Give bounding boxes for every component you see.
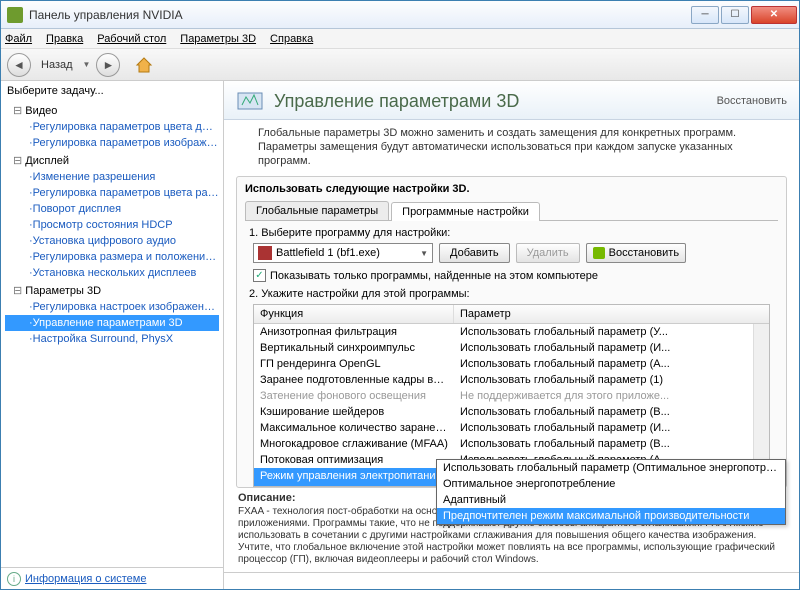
nav-forward-button[interactable]: ► xyxy=(96,53,120,77)
home-icon[interactable] xyxy=(134,55,154,75)
step2-label: 2. Укажите настройки для этой программы: xyxy=(249,288,778,300)
system-info-link[interactable]: Информация о системе xyxy=(25,573,146,585)
tree-item[interactable]: ·Поворот дисплея xyxy=(5,201,219,217)
program-select[interactable]: Battlefield 1 (bf1.exe) ▼ xyxy=(253,243,433,263)
menubar: Файл Правка Рабочий стол Параметры 3D Сп… xyxy=(1,29,799,49)
grid-row[interactable]: Заранее подготовленные кадры вирту...Исп… xyxy=(254,372,769,388)
tab[interactable]: Глобальные параметры xyxy=(245,201,389,220)
tree-group[interactable]: Видео xyxy=(5,103,219,119)
show-found-checkbox[interactable]: ✓ xyxy=(253,269,266,282)
tree-item[interactable]: ·Регулировка параметров цвета рабочег xyxy=(5,185,219,201)
program-name: Battlefield 1 (bf1.exe) xyxy=(276,247,380,259)
menu-params3d[interactable]: Параметры 3D xyxy=(180,33,256,45)
nav-history-dropdown[interactable]: ▼ xyxy=(83,60,91,69)
info-icon: i xyxy=(7,572,21,586)
nvidia-icon xyxy=(7,7,23,23)
nvidia-dot-icon xyxy=(593,247,605,259)
grid-row[interactable]: Кэширование шейдеровИспользовать глобаль… xyxy=(254,404,769,420)
remove-button: Удалить xyxy=(516,243,580,263)
sidebar-header: Выберите задачу... xyxy=(1,81,223,101)
tree-item[interactable]: ·Регулировка настроек изображения с пр xyxy=(5,299,219,315)
col-parameter[interactable]: Параметр xyxy=(454,305,769,323)
tree-item[interactable]: ·Регулировка размера и положения рабо xyxy=(5,249,219,265)
close-button[interactable]: ✕ xyxy=(751,6,797,24)
settings-tabs: Глобальные параметрыПрограммные настройк… xyxy=(245,201,778,221)
tree-item[interactable]: ·Настройка Surround, PhysX xyxy=(5,331,219,347)
tree-item[interactable]: ·Установка цифрового аудио xyxy=(5,233,219,249)
restore-program-button[interactable]: Восстановить xyxy=(586,243,686,263)
step1-label: 1. Выберите программу для настройки: xyxy=(249,227,778,239)
restore-defaults-link[interactable]: Восстановить xyxy=(717,95,787,107)
page-title: Управление параметрами 3D xyxy=(274,91,707,112)
chevron-down-icon: ▼ xyxy=(420,249,428,258)
menu-file[interactable]: Файл xyxy=(5,33,32,45)
menu-help[interactable]: Справка xyxy=(270,33,313,45)
menu-desktop[interactable]: Рабочий стол xyxy=(97,33,166,45)
dropdown-option[interactable]: Использовать глобальный параметр (Оптима… xyxy=(437,460,785,476)
add-button[interactable]: Добавить xyxy=(439,243,510,263)
grid-row[interactable]: Многокадровое сглаживание (MFAA)Использо… xyxy=(254,436,769,452)
col-function[interactable]: Функция xyxy=(254,305,454,323)
settings-caption: Использовать следующие настройки 3D. xyxy=(245,183,778,195)
dropdown-option[interactable]: Предпочтителен режим максимальной произв… xyxy=(437,508,785,524)
grid-row[interactable]: Вертикальный синхроимпульсИспользовать г… xyxy=(254,340,769,356)
menu-edit[interactable]: Правка xyxy=(46,33,83,45)
maximize-button[interactable]: ☐ xyxy=(721,6,749,24)
task-tree: Видео·Регулировка параметров цвета для в… xyxy=(1,101,223,567)
tree-group[interactable]: Дисплей xyxy=(5,153,219,169)
grid-row[interactable]: Максимальное количество заранее под...Ис… xyxy=(254,420,769,436)
dropdown-option[interactable]: Адаптивный xyxy=(437,492,785,508)
tree-item[interactable]: ·Управление параметрами 3D xyxy=(5,315,219,331)
tab[interactable]: Программные настройки xyxy=(391,202,540,221)
show-found-label: Показывать только программы, найденные н… xyxy=(270,270,598,282)
grid-row[interactable]: Затенение фонового освещенияНе поддержив… xyxy=(254,388,769,404)
grid-row[interactable]: ГП рендеринга OpenGLИспользовать глобаль… xyxy=(254,356,769,372)
program-icon xyxy=(258,246,272,260)
bottom-bar xyxy=(224,572,799,589)
tree-item[interactable]: ·Регулировка параметров изображения д xyxy=(5,135,219,151)
power-mode-dropdown[interactable]: Использовать глобальный параметр (Оптима… xyxy=(436,459,786,525)
nav-back-label: Назад xyxy=(41,59,73,71)
window-title: Панель управления NVIDIA xyxy=(29,8,689,22)
tree-group[interactable]: Параметры 3D xyxy=(5,283,219,299)
minimize-button[interactable]: ─ xyxy=(691,6,719,24)
dropdown-option[interactable]: Оптимальное энергопотребление xyxy=(437,476,785,492)
nav-back-button[interactable]: ◄ xyxy=(7,53,31,77)
page-description: Глобальные параметры 3D можно заменить и… xyxy=(224,120,799,176)
page-icon xyxy=(236,87,264,115)
tree-item[interactable]: ·Просмотр состояния HDCP xyxy=(5,217,219,233)
grid-row[interactable]: Анизотропная фильтрацияИспользовать глоб… xyxy=(254,324,769,340)
tree-item[interactable]: ·Изменение разрешения xyxy=(5,169,219,185)
tree-item[interactable]: ·Регулировка параметров цвета для вид xyxy=(5,119,219,135)
tree-item[interactable]: ·Установка нескольких дисплеев xyxy=(5,265,219,281)
